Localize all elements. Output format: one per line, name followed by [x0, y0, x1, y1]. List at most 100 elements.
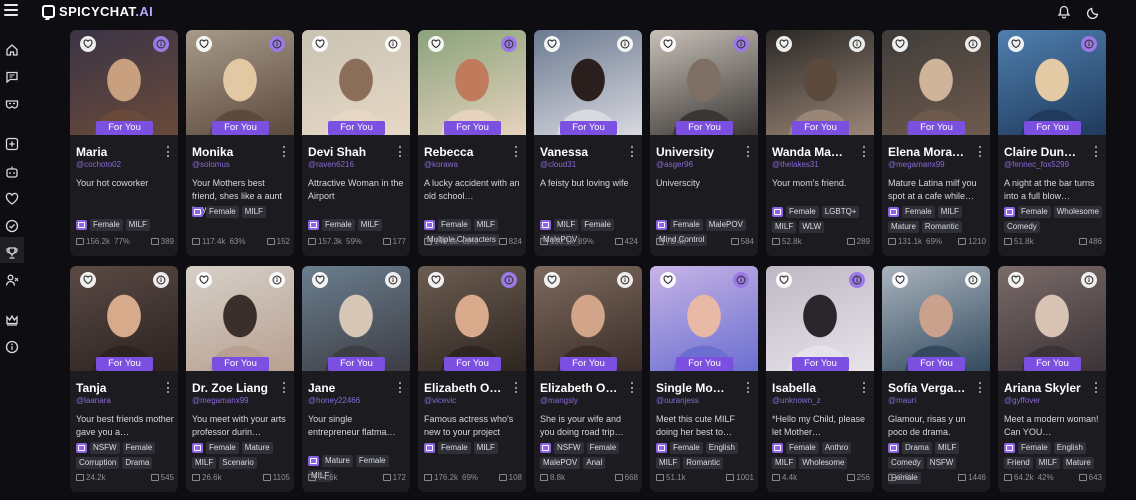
heart-icon[interactable] [544, 36, 560, 52]
tag[interactable]: MILF [772, 457, 797, 469]
character-card[interactable]: For You Jane @honey22466 Your single entrep… [302, 266, 410, 492]
more-options-icon[interactable] [747, 382, 750, 393]
tag[interactable]: Female [122, 442, 156, 454]
tag[interactable]: Female [902, 206, 935, 218]
tag[interactable]: Drama [122, 457, 153, 469]
tag[interactable]: English [705, 442, 738, 454]
info-icon[interactable] [501, 272, 517, 288]
heart-icon[interactable] [544, 272, 560, 288]
heart-icon[interactable] [196, 272, 212, 288]
creator-handle[interactable]: @raven6216 [308, 160, 354, 169]
character-name[interactable]: Vanessa [540, 145, 628, 159]
more-options-icon[interactable] [399, 382, 402, 393]
crown-icon[interactable] [5, 313, 19, 327]
more-options-icon[interactable] [979, 146, 982, 157]
creator-handle[interactable]: @thelakes31 [772, 160, 819, 169]
heart-icon[interactable] [312, 272, 328, 288]
character-card[interactable]: For You Isabella @unknown_z *Hello my Child… [766, 266, 874, 492]
more-options-icon[interactable] [979, 382, 982, 393]
tag[interactable]: Anthro [821, 442, 852, 454]
more-options-icon[interactable] [1095, 382, 1098, 393]
character-card[interactable]: For You Vanessa @cloud31 A feisty but lovin… [534, 30, 642, 256]
tag[interactable]: MILF [937, 206, 962, 218]
tag[interactable]: Female [581, 219, 614, 231]
creator-handle[interactable]: @asger96 [656, 160, 693, 169]
tag[interactable]: English [1053, 442, 1086, 454]
heart-icon[interactable] [428, 36, 444, 52]
creator-handle[interactable]: @megamanx99 [192, 396, 249, 405]
tag[interactable]: MILF [125, 219, 150, 231]
tag[interactable]: Scenario [219, 457, 257, 469]
heart-icon[interactable] [80, 272, 96, 288]
user-x-icon[interactable] [5, 273, 19, 287]
character-card[interactable]: For You Ariana Skyler @gyffover Meet a mode… [998, 266, 1106, 492]
character-card[interactable]: For You Maria @cochoto02 Your hot coworker F… [70, 30, 178, 256]
character-card[interactable]: For You University @asger96 Universcity Fema… [650, 30, 758, 256]
heart-icon[interactable] [5, 192, 19, 206]
more-options-icon[interactable] [631, 382, 634, 393]
info-icon[interactable] [5, 340, 19, 354]
tag[interactable]: Female [206, 442, 239, 454]
tag[interactable]: Female [206, 206, 239, 218]
tag[interactable]: Mature [322, 455, 353, 467]
character-name[interactable]: Rebecca [424, 145, 512, 159]
compass-icon[interactable] [5, 219, 19, 233]
creator-handle[interactable]: @cochoto02 [76, 160, 121, 169]
character-card[interactable]: For You Claire Dun… @fennec_fox5299 A night… [998, 30, 1106, 256]
character-name[interactable]: Single Mo… [656, 381, 744, 395]
info-icon[interactable] [965, 272, 981, 288]
heart-icon[interactable] [660, 36, 676, 52]
character-card[interactable]: For You Elizabeth O… @vicevic Famous actres… [418, 266, 526, 492]
character-name[interactable]: Devi Shah [308, 145, 396, 159]
character-card[interactable]: For You Single Mo… @ouranjess Meet this cut… [650, 266, 758, 492]
tag[interactable]: Female [1018, 206, 1051, 218]
tag[interactable]: NSFW [926, 457, 957, 469]
creator-handle[interactable]: @fennec_fox5299 [1004, 160, 1069, 169]
heart-icon[interactable] [312, 36, 328, 52]
tag[interactable]: MILF [554, 219, 579, 231]
tag[interactable]: Romantic [921, 221, 962, 233]
creator-handle[interactable]: @laanara [76, 396, 111, 405]
tag[interactable]: LGBTQ+ [821, 206, 860, 218]
more-options-icon[interactable] [747, 146, 750, 157]
character-card[interactable]: For You Devi Shah @raven6216 Attractive Wom… [302, 30, 410, 256]
info-icon[interactable] [385, 36, 401, 52]
tag[interactable]: MILF [656, 457, 681, 469]
info-icon[interactable] [617, 36, 633, 52]
creator-handle[interactable]: @honey22466 [308, 396, 360, 405]
tag[interactable]: Mature [241, 442, 273, 454]
character-card[interactable]: For You Rebecca @korawa A lucky accident wi… [418, 30, 526, 256]
info-icon[interactable] [733, 272, 749, 288]
info-icon[interactable] [617, 272, 633, 288]
info-icon[interactable] [269, 272, 285, 288]
character-name[interactable]: University [656, 145, 744, 159]
character-name[interactable]: Monika [192, 145, 280, 159]
tag[interactable]: Comedy [1004, 221, 1040, 233]
trophy-icon[interactable] [5, 246, 19, 260]
tag[interactable]: MILF [772, 221, 797, 233]
heart-icon[interactable] [776, 36, 792, 52]
character-name[interactable]: Elizabeth O… [424, 381, 512, 395]
heart-icon[interactable] [776, 272, 792, 288]
chat-icon[interactable] [5, 70, 19, 84]
tag[interactable]: NSFW [554, 442, 584, 454]
more-options-icon[interactable] [863, 382, 866, 393]
tag[interactable]: Female [355, 455, 389, 467]
character-name[interactable]: Sofía Verga… [888, 381, 976, 395]
moon-icon[interactable] [1086, 5, 1101, 20]
character-name[interactable]: Dr. Zoe Liang [192, 381, 280, 395]
bell-icon[interactable] [1057, 5, 1071, 19]
tag[interactable]: Female [438, 442, 471, 454]
info-icon[interactable] [501, 36, 517, 52]
tag[interactable]: Corruption [76, 457, 120, 469]
character-name[interactable]: Claire Dun… [1004, 145, 1092, 159]
heart-icon[interactable] [1008, 36, 1024, 52]
character-card[interactable]: For You Dr. Zoe Liang @megamanx99 You meet … [186, 266, 294, 492]
heart-icon[interactable] [196, 36, 212, 52]
tag[interactable]: Friend [1004, 457, 1033, 469]
info-icon[interactable] [153, 272, 169, 288]
heart-icon[interactable] [80, 36, 96, 52]
character-card[interactable]: For You Wanda Ma… @thelakes31 Your mom's fr… [766, 30, 874, 256]
bot-icon[interactable] [5, 165, 19, 179]
character-name[interactable]: Ariana Skyler [1004, 381, 1092, 395]
